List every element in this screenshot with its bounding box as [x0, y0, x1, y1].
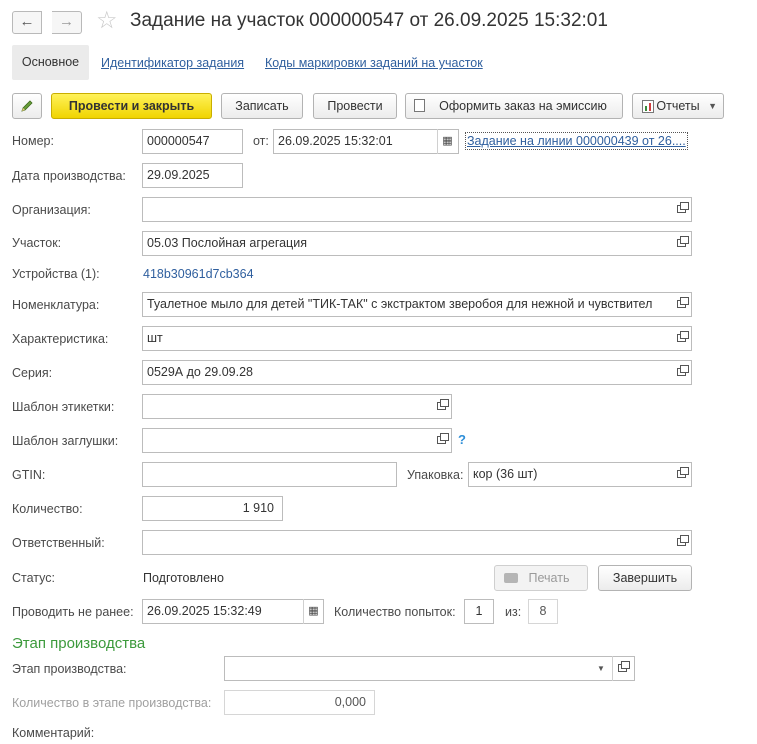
- devices-label: Устройства (1):: [12, 267, 100, 281]
- characteristic-field[interactable]: шт: [142, 326, 692, 351]
- open-icon[interactable]: [431, 428, 451, 453]
- date-field[interactable]: 26.09.2025 15:32:01: [273, 129, 459, 154]
- page-title: Задание на участок 000000547 от 26.09.20…: [130, 10, 608, 31]
- stage-field[interactable]: [224, 656, 635, 681]
- stage-quantity-label: Количество в этапе производства:: [12, 696, 212, 710]
- open-icon[interactable]: [671, 326, 691, 351]
- stub-template-field[interactable]: [142, 428, 452, 453]
- label-template-field[interactable]: [142, 394, 452, 419]
- production-date-label: Дата производства:: [12, 169, 126, 183]
- chart-icon: [642, 100, 654, 113]
- printer-icon: [504, 573, 518, 583]
- organization-label: Организация:: [12, 203, 91, 217]
- save-button[interactable]: Записать: [221, 93, 303, 119]
- star-icon[interactable]: ☆: [96, 8, 118, 34]
- quantity-label: Количество:: [12, 502, 83, 516]
- quantity-field[interactable]: 1 910: [142, 496, 283, 521]
- not-before-label: Проводить не ранее:: [12, 605, 134, 619]
- stage-quantity-field: 0,000: [224, 690, 375, 715]
- open-icon[interactable]: [671, 292, 691, 317]
- label-template-label: Шаблон этикетки:: [12, 400, 115, 414]
- attempts-max-field: 8: [528, 599, 558, 624]
- calendar-icon[interactable]: ▦: [303, 599, 323, 624]
- devices-link[interactable]: 418b30961d7cb364: [143, 267, 254, 281]
- status-label: Статус:: [12, 571, 55, 585]
- section-field[interactable]: 05.03 Послойная агрегация: [142, 231, 692, 256]
- series-field[interactable]: 0529А до 29.09.28: [142, 360, 692, 385]
- number-label: Номер:: [12, 134, 54, 148]
- arrow-left-icon: ←: [19, 13, 35, 30]
- open-icon[interactable]: [671, 462, 691, 487]
- open-icon[interactable]: [671, 231, 691, 256]
- characteristic-label: Характеристика:: [12, 332, 109, 346]
- help-icon[interactable]: ?: [458, 432, 466, 447]
- pencil-icon: [21, 100, 33, 112]
- open-icon[interactable]: [671, 360, 691, 385]
- attempts-label: Количество попыток:: [334, 605, 456, 619]
- number-field[interactable]: 000000547: [142, 129, 243, 154]
- section-label: Участок:: [12, 236, 62, 250]
- emission-order-label: Оформить заказ на эмиссию: [439, 99, 607, 113]
- back-button[interactable]: ←: [12, 11, 42, 34]
- series-label: Серия:: [12, 366, 53, 380]
- open-icon[interactable]: [671, 530, 691, 555]
- post-button[interactable]: Провести: [313, 93, 397, 119]
- nomenclature-field[interactable]: Туалетное мыло для детей "ТИК-ТАК" с экс…: [142, 292, 692, 317]
- chevron-down-icon: ▼: [708, 101, 717, 111]
- document-icon: [414, 99, 425, 112]
- responsible-label: Ответственный:: [12, 536, 105, 550]
- responsible-field[interactable]: [142, 530, 692, 555]
- from-label: от:: [253, 134, 269, 148]
- nomenclature-label: Номенклатура:: [12, 298, 100, 312]
- post-and-close-button[interactable]: Провести и закрыть: [51, 93, 212, 119]
- of-label: из:: [505, 605, 522, 619]
- emission-order-button[interactable]: Оформить заказ на эмиссию: [405, 93, 623, 119]
- package-field[interactable]: кор (36 шт): [468, 462, 692, 487]
- package-label: Упаковка:: [407, 468, 464, 482]
- print-button[interactable]: Печать: [494, 565, 588, 591]
- open-icon[interactable]: [612, 656, 632, 681]
- open-icon[interactable]: [671, 197, 691, 222]
- open-icon[interactable]: [431, 394, 451, 419]
- arrow-right-icon: →: [59, 13, 74, 30]
- tab-marking-codes[interactable]: Коды маркировки заданий на участок: [265, 56, 483, 70]
- reports-label: Отчеты: [656, 99, 700, 113]
- status-value: Подготовлено: [143, 571, 224, 585]
- reports-button[interactable]: Отчеты ▼: [632, 93, 724, 119]
- print-label: Печать: [528, 571, 570, 585]
- tab-main[interactable]: Основное: [12, 45, 89, 80]
- organization-field[interactable]: [142, 197, 692, 222]
- line-task-link[interactable]: Задание на линии 000000439 от 26....: [465, 132, 688, 150]
- finish-button[interactable]: Завершить: [598, 565, 692, 591]
- forward-button[interactable]: →: [52, 11, 82, 34]
- attempts-field[interactable]: 1: [464, 599, 494, 624]
- gtin-field[interactable]: [142, 462, 397, 487]
- production-date-field[interactable]: 29.09.2025: [142, 163, 243, 188]
- tab-task-identifier[interactable]: Идентификатор задания: [101, 56, 244, 70]
- not-before-field[interactable]: 26.09.2025 15:32:49: [142, 599, 324, 624]
- stage-section-title: Этап производства: [12, 635, 146, 652]
- stub-template-label: Шаблон заглушки:: [12, 434, 119, 448]
- stage-label: Этап производства:: [12, 662, 127, 676]
- edit-button[interactable]: [12, 93, 42, 119]
- calendar-icon[interactable]: ▦: [437, 129, 457, 154]
- comment-label: Комментарий:: [12, 726, 95, 740]
- gtin-label: GTIN:: [12, 468, 46, 482]
- chevron-down-icon[interactable]: ▼: [591, 656, 611, 681]
